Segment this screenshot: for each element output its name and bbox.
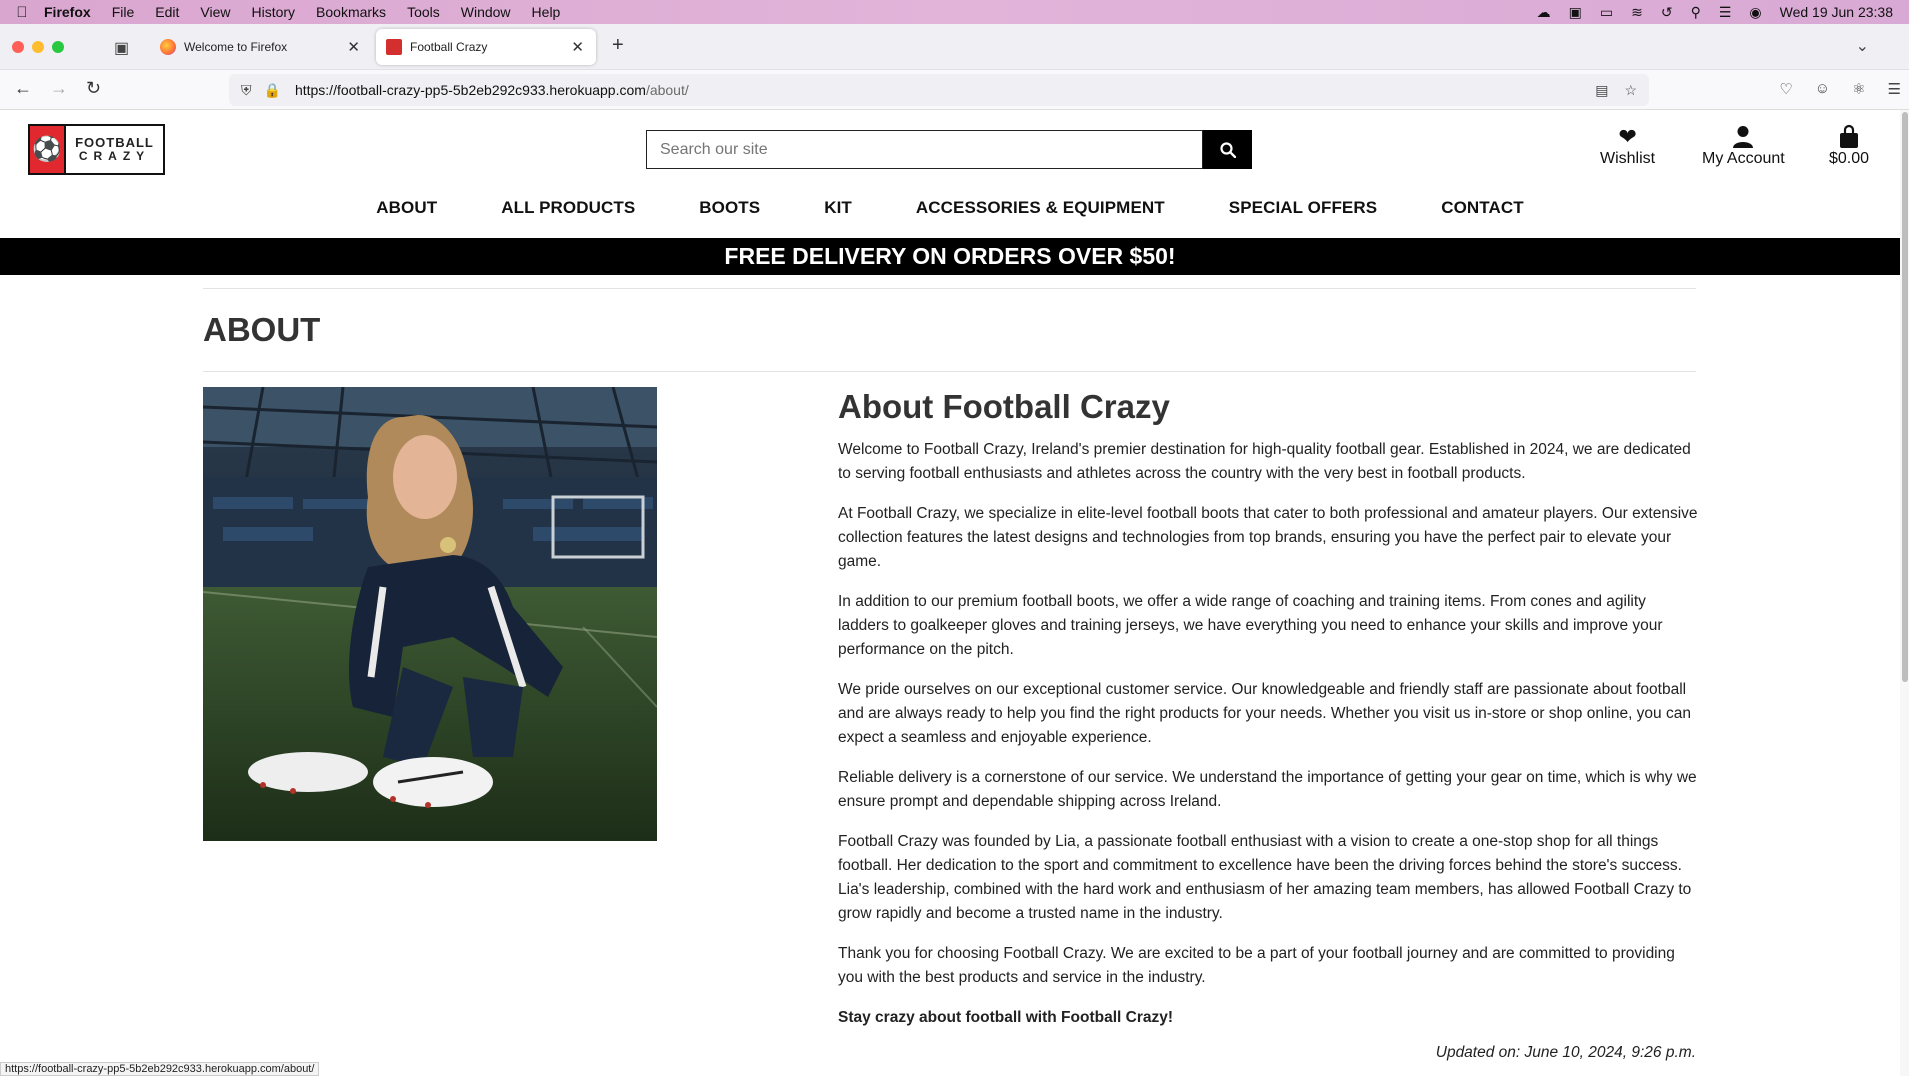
back-icon[interactable]: ← bbox=[14, 78, 32, 99]
nav-contact[interactable]: CONTACT bbox=[1441, 198, 1524, 218]
os-menubar:  Firefox File Edit View History Bookmar… bbox=[0, 0, 1909, 24]
article-paragraph: Football Crazy was founded by Lia, a pas… bbox=[838, 833, 1692, 922]
menu-tools[interactable]: Tools bbox=[407, 4, 440, 20]
article-tagline: Stay crazy about football with Football … bbox=[838, 1009, 1174, 1026]
window-zoom-button[interactable] bbox=[52, 41, 64, 53]
player-photo bbox=[203, 387, 657, 841]
shopping-bag-link[interactable]: $0.00 bbox=[1829, 124, 1869, 168]
player-silhouette-icon: ⚽ bbox=[30, 126, 66, 173]
site-header: ⚽ FOOTBALL CRAZY ❤ Wishlist My Account $… bbox=[0, 110, 1900, 237]
tab-close-icon[interactable]: ✕ bbox=[571, 38, 584, 56]
app-menu-icon[interactable]: ☰ bbox=[1888, 80, 1901, 98]
article-heading: About Football Crazy bbox=[838, 388, 1170, 425]
menu-bookmarks[interactable]: Bookmarks bbox=[316, 4, 386, 20]
star-icon[interactable]: ☆ bbox=[1624, 82, 1637, 99]
search-icon bbox=[1219, 141, 1236, 158]
battery-icon[interactable]: ▭ bbox=[1600, 4, 1613, 21]
pocket-icon[interactable]: ♡ bbox=[1779, 80, 1792, 98]
forward-icon[interactable]: → bbox=[50, 78, 68, 99]
menu-app-name[interactable]: Firefox bbox=[44, 4, 91, 20]
creative-cloud-icon[interactable]: ☁ bbox=[1537, 4, 1551, 21]
b-app-icon[interactable]: ▣ bbox=[1569, 4, 1582, 21]
reader-icon[interactable]: ▤ bbox=[1595, 82, 1608, 99]
page-title: ABOUT bbox=[203, 311, 321, 348]
about-hero-image bbox=[203, 387, 657, 841]
menu-view[interactable]: View bbox=[200, 4, 230, 20]
menu-window[interactable]: Window bbox=[461, 4, 511, 20]
time-machine-icon[interactable]: ↺ bbox=[1661, 4, 1673, 21]
my-account-label: My Account bbox=[1702, 150, 1785, 167]
article-paragraph: Welcome to Football Crazy, Ireland's pre… bbox=[838, 441, 1691, 482]
nav-about[interactable]: ABOUT bbox=[376, 198, 437, 218]
bag-total: $0.00 bbox=[1829, 150, 1870, 167]
about-page-content: ABOUT About Football Crazy Welcome to Fo… bbox=[203, 288, 1698, 1061]
url-text[interactable]: https://football-crazy-pp5-5b2eb292c933.… bbox=[295, 82, 689, 98]
logo-line-2: CRAZY bbox=[78, 149, 151, 164]
nav-boots[interactable]: BOOTS bbox=[699, 198, 760, 218]
divider bbox=[203, 371, 1696, 372]
football-crazy-favicon-icon bbox=[386, 39, 402, 55]
url-host: https://football-crazy-pp5-5b2eb292c933.… bbox=[294, 82, 646, 98]
wishlist-label: Wishlist bbox=[1600, 150, 1656, 167]
account-icon[interactable]: ☺ bbox=[1815, 80, 1830, 98]
bag-icon bbox=[1840, 124, 1859, 148]
link-status-bar: https://football-crazy-pp5-5b2eb292c933.… bbox=[0, 1062, 320, 1076]
nav-kit[interactable]: KIT bbox=[824, 198, 852, 218]
article-paragraph: We pride ourselves on our exceptional cu… bbox=[838, 681, 1691, 746]
nav-all-products[interactable]: ALL PRODUCTS bbox=[501, 198, 635, 218]
article-paragraph: Thank you for choosing Football Crazy. W… bbox=[838, 945, 1675, 986]
tab-welcome-to-firefox[interactable]: Welcome to Firefox ✕ bbox=[150, 29, 372, 65]
lock-icon[interactable]: 🔒 bbox=[264, 82, 281, 99]
reload-icon[interactable]: ↻ bbox=[86, 78, 101, 99]
new-tab-icon[interactable]: + bbox=[612, 34, 624, 57]
browser-nav-bar: ← → ↻ ⛨ 🔒 https://football-crazy-pp5-5b2… bbox=[0, 70, 1909, 110]
divider bbox=[203, 288, 1696, 289]
article-paragraph: Reliable delivery is a cornerstone of ou… bbox=[838, 769, 1697, 810]
spotlight-icon[interactable]: ⚲ bbox=[1691, 4, 1701, 21]
logo-line-1: FOOTBALL bbox=[75, 134, 154, 150]
extensions-icon[interactable]: ⚛ bbox=[1852, 80, 1865, 98]
delivery-banner: FREE DELIVERY ON ORDERS OVER $50! bbox=[0, 238, 1900, 275]
menu-help[interactable]: Help bbox=[532, 4, 561, 20]
main-nav: ABOUT ALL PRODUCTS BOOTS KIT ACCESSORIES… bbox=[0, 198, 1900, 218]
siri-icon[interactable]: ◉ bbox=[1749, 4, 1761, 21]
heart-icon: ❤ bbox=[1618, 124, 1637, 149]
search-input[interactable] bbox=[646, 130, 1203, 169]
menu-file[interactable]: File bbox=[112, 4, 135, 20]
window-close-button[interactable] bbox=[12, 41, 24, 53]
article-paragraph: At Football Crazy, we specialize in elit… bbox=[838, 505, 1698, 570]
site-logo[interactable]: ⚽ FOOTBALL CRAZY bbox=[28, 124, 165, 175]
browser-tab-strip: ▣ Welcome to Firefox ✕ Football Crazy ✕ … bbox=[0, 24, 1909, 70]
wishlist-link[interactable]: ❤ Wishlist bbox=[1600, 124, 1655, 168]
list-all-tabs-icon[interactable]: ⌄ bbox=[1856, 36, 1869, 56]
tab-close-icon[interactable]: ✕ bbox=[347, 38, 360, 56]
firefox-favicon-icon bbox=[160, 39, 176, 55]
nav-special-offers[interactable]: SPECIAL OFFERS bbox=[1229, 198, 1377, 218]
menu-history[interactable]: History bbox=[251, 4, 295, 20]
menubar-clock[interactable]: Wed 19 Jun 23:38 bbox=[1780, 4, 1893, 20]
shield-icon[interactable]: ⛨ bbox=[241, 82, 252, 99]
site-search bbox=[646, 130, 1252, 169]
url-bar[interactable]: ⛨ 🔒 https://football-crazy-pp5-5b2eb292c… bbox=[229, 74, 1649, 106]
url-path: /about/ bbox=[645, 82, 689, 98]
about-article: About Football Crazy Welcome to Football… bbox=[838, 388, 1698, 1046]
tab-title: Football Crazy bbox=[410, 40, 488, 54]
tab-title: Welcome to Firefox bbox=[184, 40, 288, 54]
wifi-icon[interactable]: ≋ bbox=[1631, 4, 1643, 21]
nav-accessories-equipment[interactable]: ACCESSORIES & EQUIPMENT bbox=[916, 198, 1165, 218]
article-paragraph: In addition to our premium football boot… bbox=[838, 593, 1663, 658]
user-icon bbox=[1733, 126, 1754, 148]
window-minimize-button[interactable] bbox=[32, 41, 44, 53]
tab-football-crazy[interactable]: Football Crazy ✕ bbox=[376, 29, 596, 65]
firefox-view-icon[interactable]: ▣ bbox=[114, 38, 129, 58]
control-center-icon[interactable]: ☰ bbox=[1719, 4, 1732, 21]
updated-timestamp: Updated on: June 10, 2024, 9:26 p.m. bbox=[1435, 1044, 1696, 1061]
scrollbar-thumb[interactable] bbox=[1902, 112, 1908, 682]
apple-icon[interactable]:  bbox=[0, 4, 44, 21]
menu-edit[interactable]: Edit bbox=[155, 4, 179, 20]
search-button[interactable] bbox=[1203, 130, 1252, 169]
my-account-link[interactable]: My Account bbox=[1702, 124, 1785, 168]
